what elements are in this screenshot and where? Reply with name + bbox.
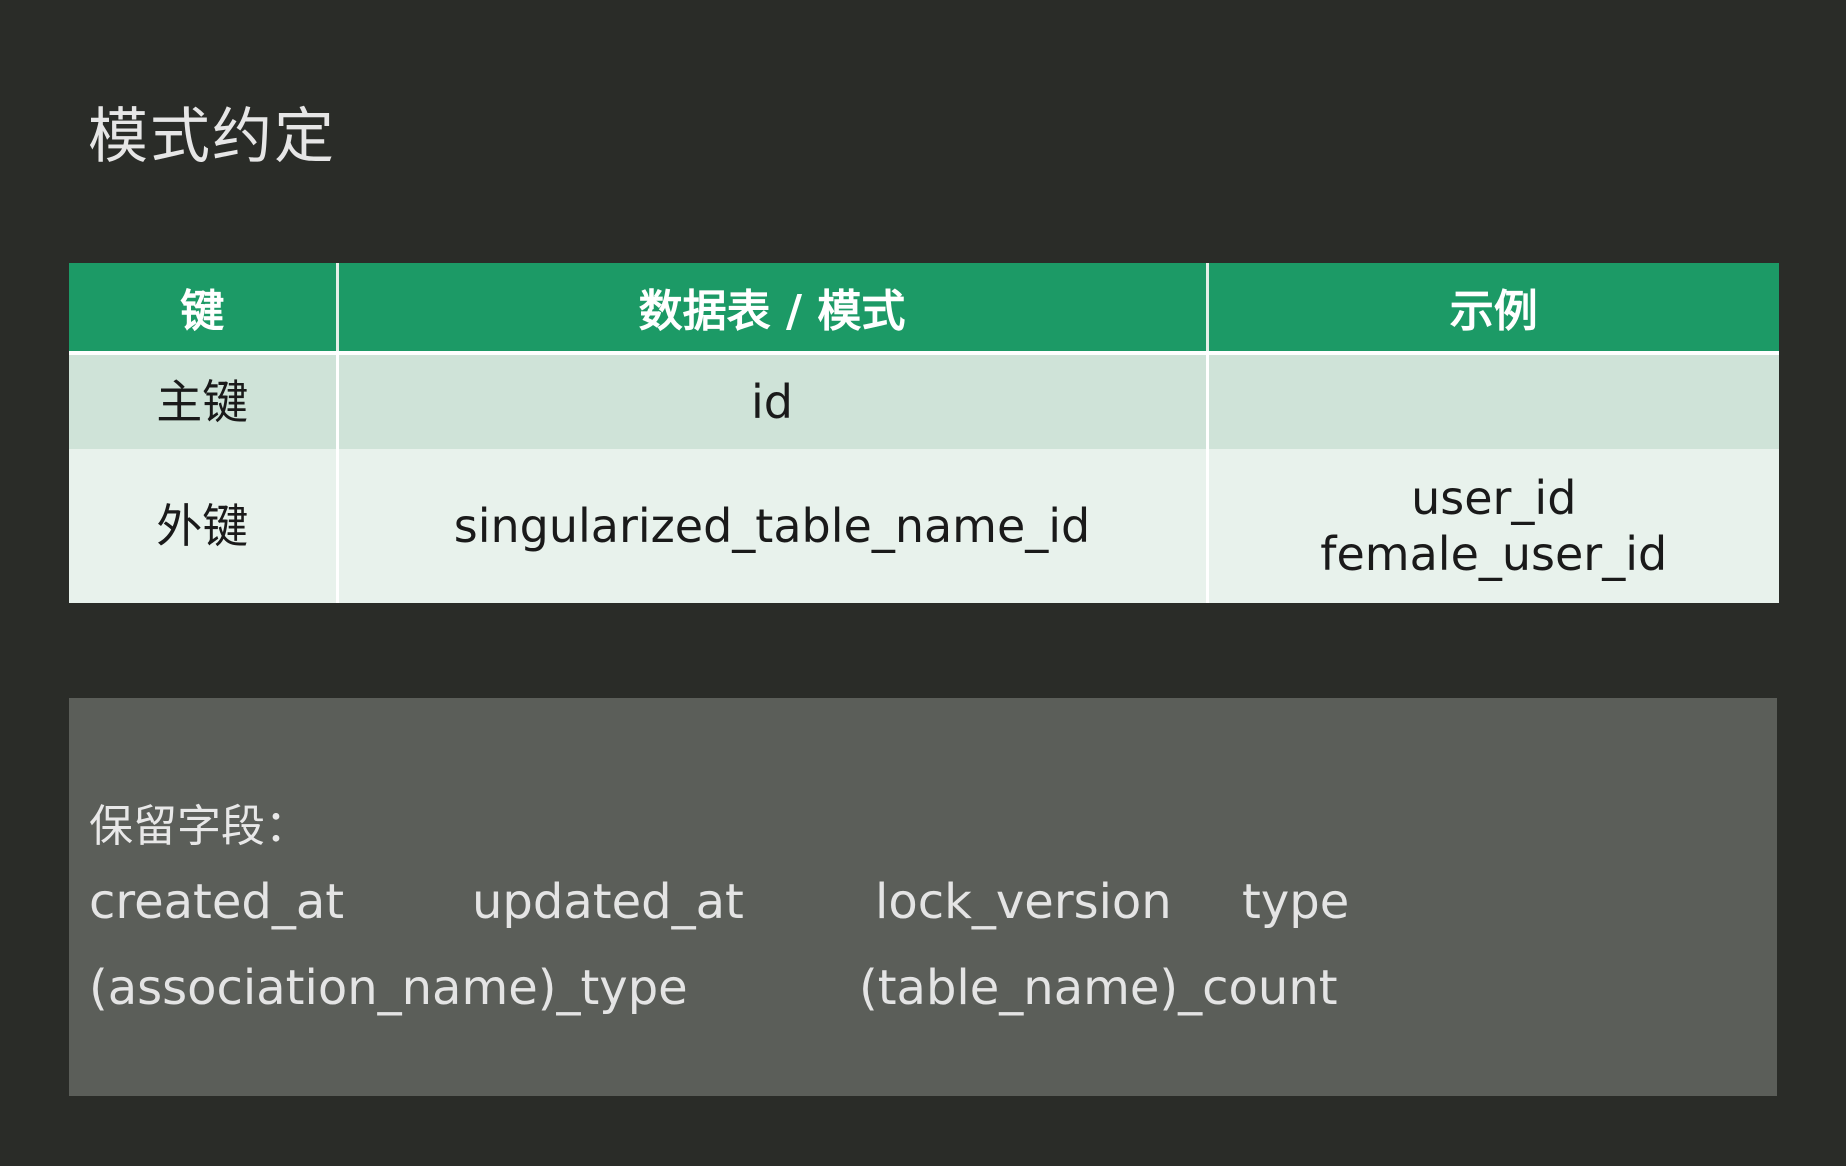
conventions-table-grid: 键 数据表 / 模式 示例 主键 id 外键 singularized_tabl…	[69, 263, 1779, 603]
reserved-fields-panel: 保留字段： created_at updated_at lock_version…	[69, 698, 1777, 1096]
reserved-field-table-count: (table_name)_count	[859, 960, 1338, 1016]
header-key: 键	[69, 263, 339, 355]
primary-key-pattern: id	[337, 353, 1209, 449]
primary-key-example	[1207, 353, 1779, 449]
foreign-key-example: user_id female_user_id	[1207, 449, 1779, 603]
reserved-field-association-type: (association_name)_type	[89, 960, 688, 1016]
foreign-key-pattern: singularized_table_name_id	[337, 449, 1209, 603]
primary-key-label: 主键	[69, 353, 339, 449]
reserved-field-created-at: created_at	[89, 874, 345, 930]
table-row-foreign-key: 外键 singularized_table_name_id user_id fe…	[69, 449, 1779, 603]
table-row-primary-key: 主键 id	[69, 353, 1779, 449]
reserved-field-lock-version: lock_version	[875, 874, 1172, 930]
header-example: 示例	[1207, 263, 1779, 355]
conventions-table: 键 数据表 / 模式 示例 主键 id 外键 singularized_tabl…	[69, 263, 1779, 603]
reserved-field-type: type	[1242, 874, 1350, 930]
reserved-field-updated-at: updated_at	[472, 874, 744, 930]
header-pattern: 数据表 / 模式	[337, 263, 1209, 355]
foreign-key-label: 外键	[69, 449, 339, 603]
foreign-key-example-2: female_user_id	[1320, 527, 1668, 581]
table-header-row: 键 数据表 / 模式 示例	[69, 263, 1779, 355]
foreign-key-example-1: user_id	[1411, 470, 1577, 525]
reserved-fields-heading: 保留字段：	[89, 801, 309, 852]
slide-title: 模式约定	[88, 102, 336, 172]
